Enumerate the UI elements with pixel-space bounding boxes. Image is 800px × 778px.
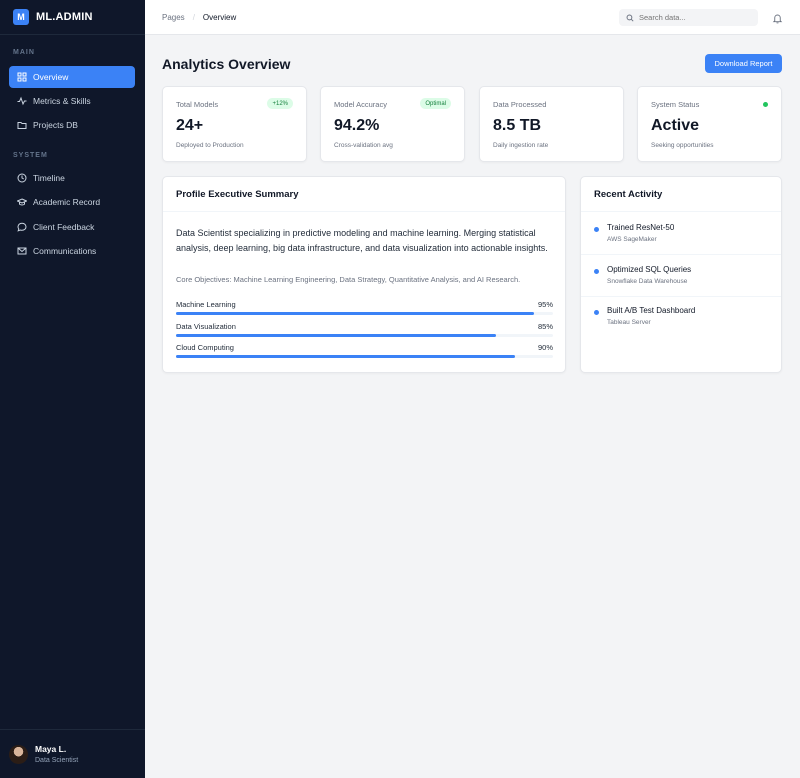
stat-label: Data Processed <box>493 100 547 109</box>
search-input[interactable] <box>639 13 749 22</box>
download-report-button[interactable]: Download Report <box>705 54 782 73</box>
activity-icon <box>17 96 27 106</box>
activity-title: Trained ResNet-50 <box>607 223 675 232</box>
page-title: Analytics Overview <box>162 56 291 72</box>
profile-summary-card: Profile Executive Summary Data Scientist… <box>162 176 566 373</box>
stat-value: 24+ <box>176 117 204 134</box>
bullet-icon <box>594 269 599 274</box>
progress-fill <box>176 355 516 358</box>
sidebar-item-label: Client Feedback <box>33 222 95 232</box>
sidebar-item-overview[interactable]: Overview <box>9 66 135 88</box>
skill-name: Machine Learning <box>176 300 236 309</box>
status-badge: +12% <box>267 98 293 109</box>
folder-icon <box>17 120 27 130</box>
sidebar-item-label: Projects DB <box>33 120 78 130</box>
activity-title: Built A/B Test Dashboard <box>607 306 696 315</box>
skill-bar-machine-learning: Machine Learning 95% <box>176 300 553 315</box>
activity-subtitle: AWS SageMaker <box>607 236 657 243</box>
status-badge: Optimal <box>420 98 451 109</box>
user-info: Maya L. Data Scientist <box>35 744 78 764</box>
sidebar-item-label: Timeline <box>33 173 65 183</box>
brand-name: ML.ADMIN <box>36 11 93 23</box>
stat-value: 8.5 TB <box>493 117 542 134</box>
stat-subtext: Daily ingestion rate <box>493 142 549 149</box>
sidebar-item-metrics[interactable]: Metrics & Skills <box>9 90 135 112</box>
stat-subtext: Cross-validation avg <box>334 142 393 149</box>
sidebar-item-label: Overview <box>33 72 69 82</box>
stat-card-system-status: System Status Active Seeking opportuniti… <box>637 86 782 162</box>
status-dot-icon <box>763 102 768 107</box>
stat-card-total-models: Total Models +12% 24+ Deployed to Produc… <box>162 86 307 162</box>
stat-value: 94.2% <box>334 117 380 134</box>
stat-label: Total Models <box>176 100 219 109</box>
breadcrumb-pages[interactable]: Pages <box>162 13 185 22</box>
activity-item[interactable]: Optimized SQL Queries Snowflake Data War… <box>581 255 781 297</box>
progress-track <box>176 334 553 337</box>
search-icon <box>626 9 634 27</box>
section-label-system: SYSTEM <box>13 152 48 159</box>
bullet-icon <box>594 227 599 232</box>
skill-name: Data Visualization <box>176 322 236 331</box>
sidebar-item-academic[interactable]: Academic Record <box>9 191 135 213</box>
progress-track <box>176 312 553 315</box>
stat-subtext: Deployed to Production <box>176 142 244 149</box>
user-name: Maya L. <box>35 744 67 754</box>
message-icon <box>17 222 27 232</box>
mail-icon <box>17 246 27 256</box>
sidebar-item-label: Metrics & Skills <box>33 96 91 106</box>
activity-item[interactable]: Built A/B Test Dashboard Tableau Server <box>581 296 781 338</box>
sidebar: M ML.ADMIN MAIN Overview Metrics & Skill… <box>0 0 145 778</box>
user-role: Data Scientist <box>35 757 79 764</box>
clock-icon <box>17 173 27 183</box>
sidebar-item-projects[interactable]: Projects DB <box>9 114 135 136</box>
core-objectives-text: Core Objectives: Machine Learning Engine… <box>176 275 521 284</box>
breadcrumb-current: Overview <box>202 12 237 22</box>
profile-summary-text: Data Scientist specializing in predictiv… <box>176 228 548 253</box>
breadcrumb-separator: / <box>192 12 195 22</box>
sidebar-item-feedback[interactable]: Client Feedback <box>9 216 135 238</box>
sidebar-item-communications[interactable]: Communications <box>9 240 135 262</box>
activity-subtitle: Snowflake Data Warehouse <box>607 278 688 285</box>
section-label-main: MAIN <box>13 49 35 56</box>
sidebar-item-label: Academic Record <box>33 197 101 207</box>
bell-icon[interactable] <box>772 11 783 24</box>
skill-name: Cloud Computing <box>176 343 234 352</box>
sidebar-item-label: Communications <box>33 246 97 256</box>
progress-fill <box>176 334 497 337</box>
grid-icon <box>17 72 27 82</box>
graduation-cap-icon <box>17 197 27 207</box>
card-title: Profile Executive Summary <box>163 177 565 212</box>
stat-card-data-processed: Data Processed 8.5 TB Daily ingestion ra… <box>479 86 624 162</box>
bullet-icon <box>594 310 599 315</box>
stat-value: Active <box>651 117 700 134</box>
card-title: Recent Activity <box>581 177 781 212</box>
skill-bar-cloud-computing: Cloud Computing 90% <box>176 343 553 358</box>
topbar: Pages / Overview <box>145 0 800 35</box>
skill-bar-data-visualization: Data Visualization 85% <box>176 322 553 337</box>
stat-subtext: Seeking opportunities <box>651 142 714 149</box>
stat-card-model-accuracy: Model Accuracy Optimal 94.2% Cross-valid… <box>320 86 465 162</box>
avatar <box>9 744 28 764</box>
stat-label: System Status <box>651 100 700 109</box>
user-profile[interactable]: Maya L. Data Scientist <box>0 729 145 778</box>
brand-logo: M <box>13 9 29 25</box>
progress-fill <box>176 312 535 315</box>
skill-percent: 90% <box>537 343 553 352</box>
sidebar-item-timeline[interactable]: Timeline <box>9 167 135 189</box>
breadcrumb: Pages / Overview <box>162 13 236 22</box>
activity-title: Optimized SQL Queries <box>607 265 692 274</box>
skill-percent: 95% <box>537 300 553 309</box>
skill-percent: 85% <box>537 322 553 331</box>
activity-subtitle: Tableau Server <box>607 319 651 326</box>
brand[interactable]: M ML.ADMIN <box>0 0 145 35</box>
progress-track <box>176 355 553 358</box>
stat-label: Model Accuracy <box>334 100 387 109</box>
activity-item[interactable]: Trained ResNet-50 AWS SageMaker <box>581 213 781 255</box>
recent-activity-card: Recent Activity Trained ResNet-50 AWS Sa… <box>580 176 782 373</box>
search-box[interactable] <box>619 9 758 26</box>
